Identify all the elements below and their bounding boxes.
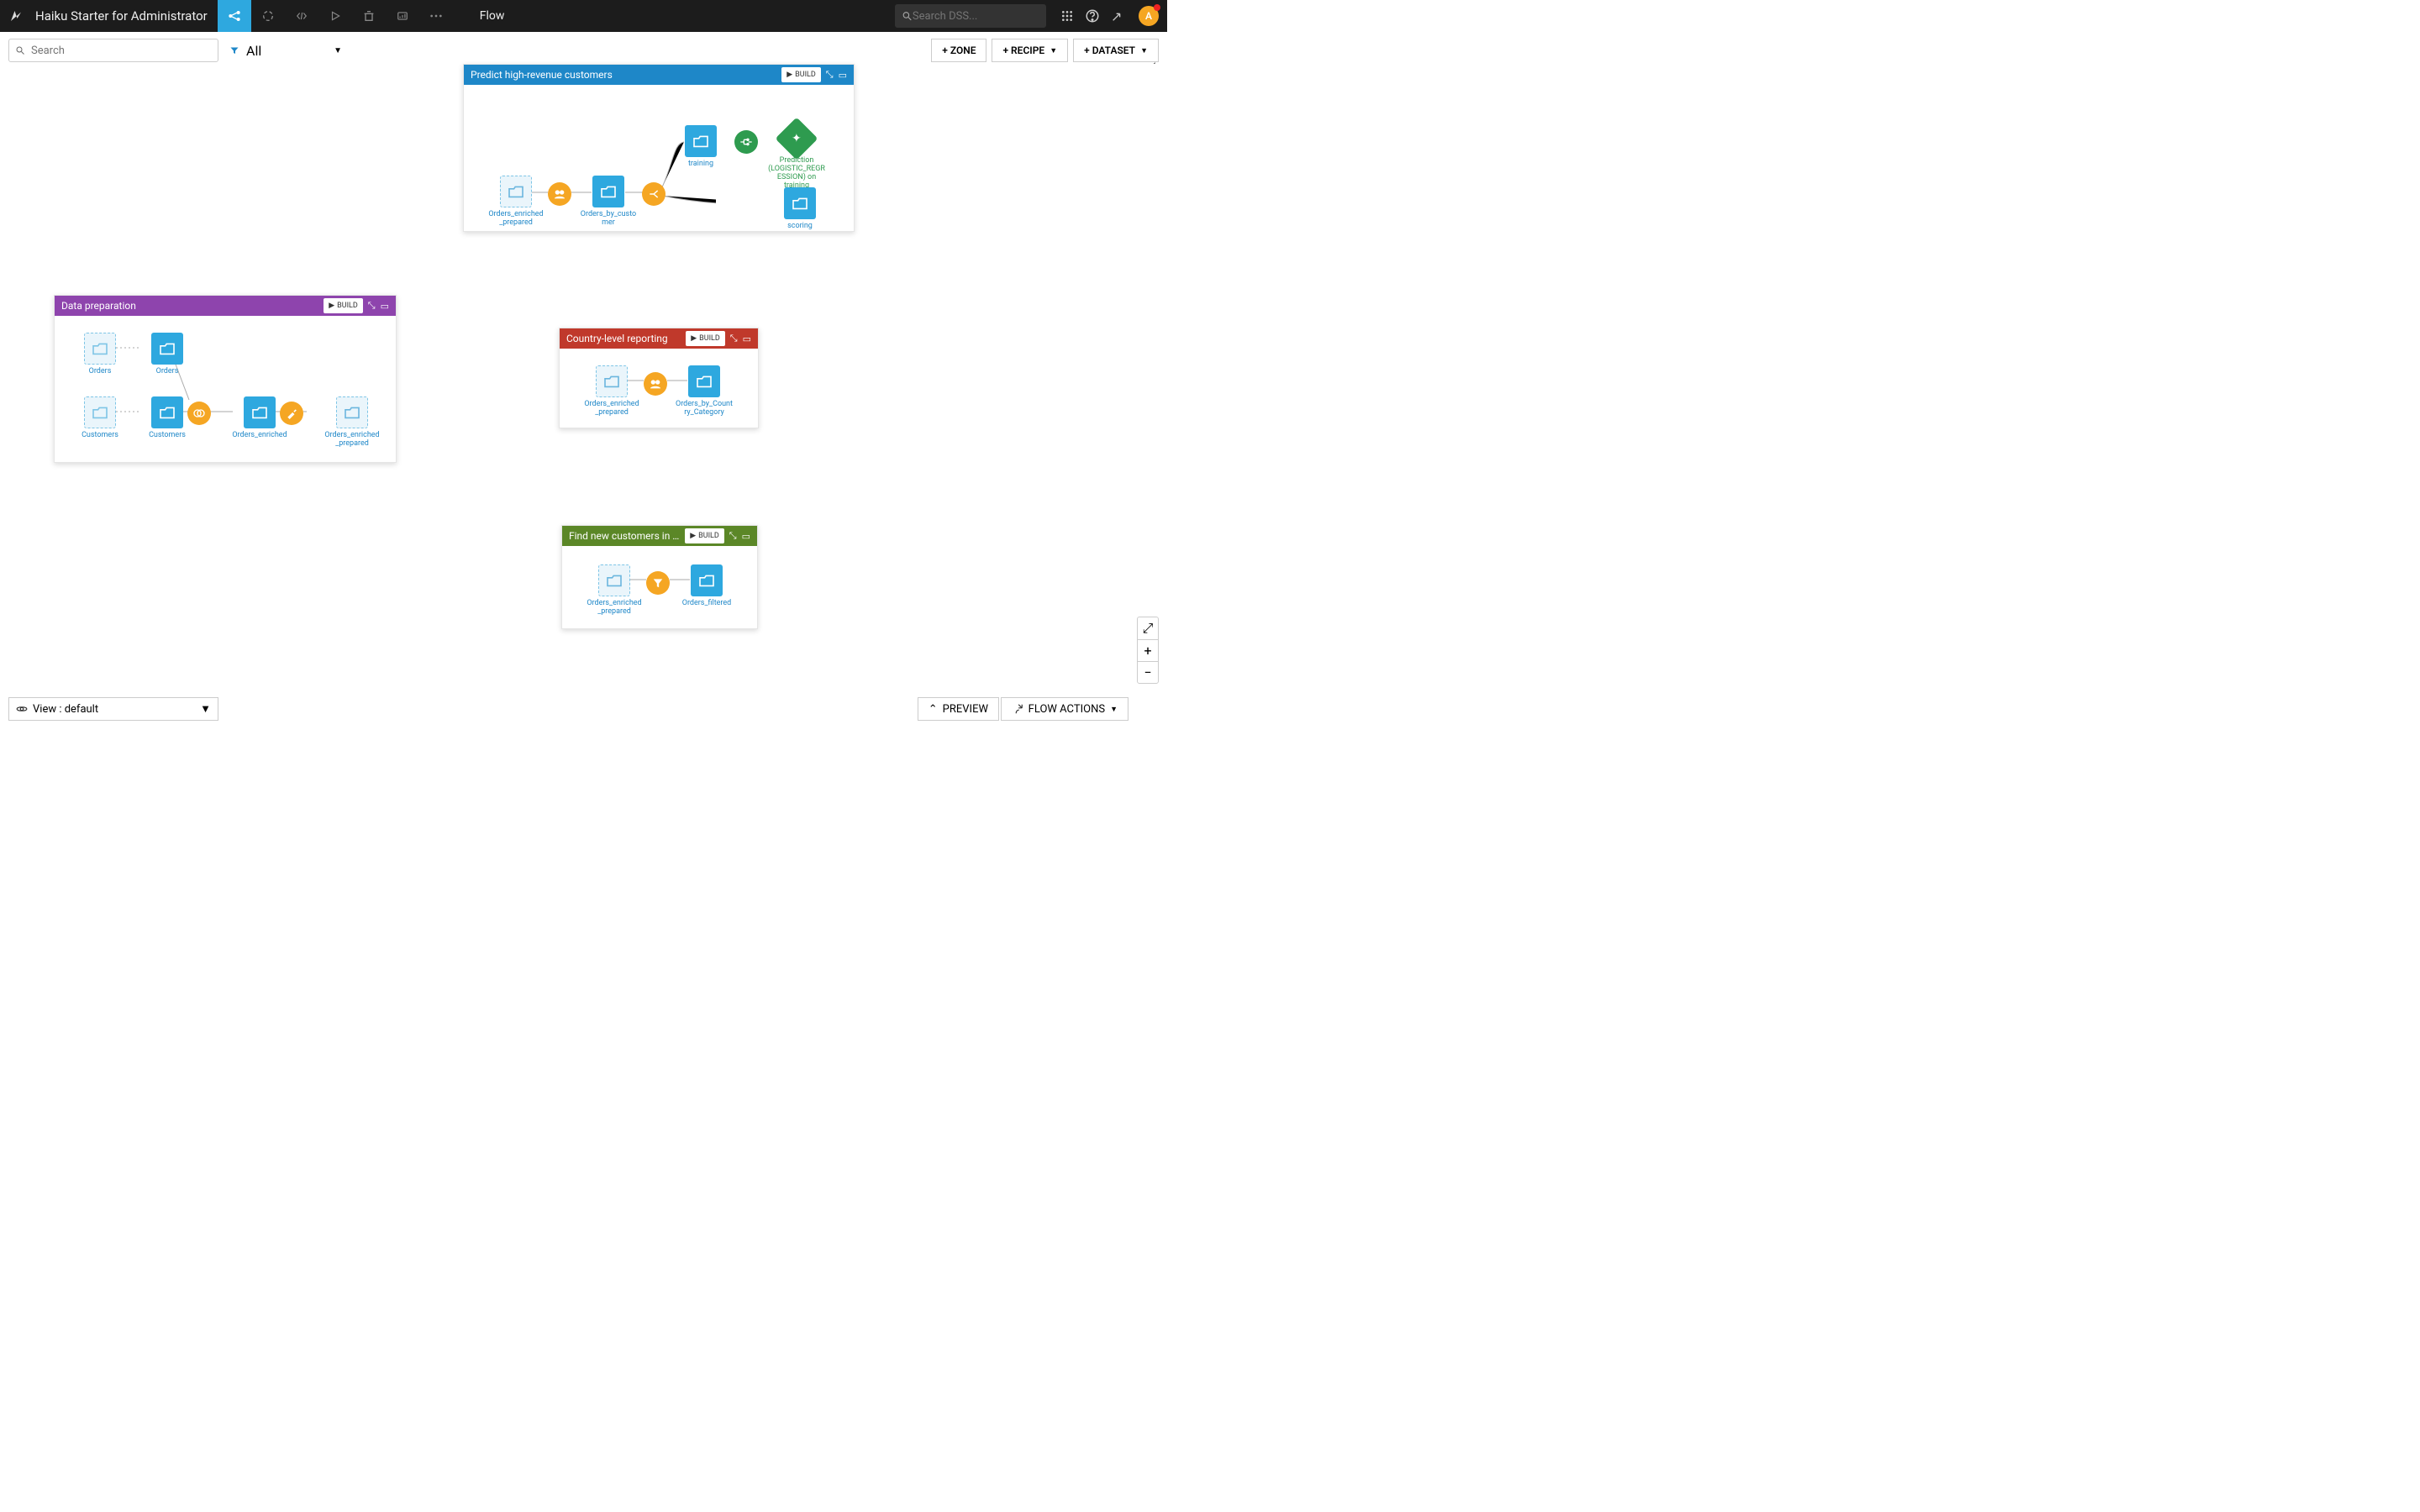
global-search[interactable]	[895, 4, 1046, 28]
zoom-in-button[interactable]: +	[1138, 639, 1158, 661]
nav-circle-icon[interactable]	[251, 0, 285, 32]
recipe-split-node[interactable]	[637, 179, 671, 206]
zone-build-button[interactable]: ▶ BUILD	[781, 67, 821, 82]
zone-compress-icon[interactable]: ⤡	[826, 69, 834, 81]
recipe-train-node[interactable]	[729, 127, 763, 154]
notification-dot	[1154, 4, 1160, 11]
nav-archive-icon[interactable]	[352, 0, 386, 32]
zoom-out-button[interactable]: −	[1138, 661, 1158, 683]
zone-compress-icon[interactable]: ⤡	[729, 530, 737, 542]
fullscreen-button[interactable]: ⤢	[1138, 617, 1158, 639]
model-node[interactable]: ✦ Prediction (LOGISTIC_REGRESSION) on tr…	[768, 122, 825, 191]
dataset-node[interactable]: Orders_enriched_prepared	[324, 396, 381, 449]
nav-code-icon[interactable]	[285, 0, 318, 32]
zone-expand-icon[interactable]: ▭	[742, 531, 750, 542]
project-title[interactable]: Haiku Starter for Administrator	[32, 8, 218, 24]
flow-actions-button[interactable]: FLOW ACTIONS▼	[1001, 697, 1128, 721]
chevron-down-icon: ▼	[334, 46, 342, 55]
dataset-node[interactable]: Orders_enriched_prepared	[586, 564, 643, 617]
help-icon[interactable]	[1080, 0, 1105, 32]
zone-title[interactable]: Data preparation	[61, 300, 318, 312]
recipe-group-node[interactable]	[543, 179, 576, 206]
dataset-node[interactable]: scoring	[771, 187, 829, 231]
dataset-node[interactable]: Customers	[71, 396, 129, 440]
zone-expand-icon[interactable]: ▭	[381, 301, 389, 312]
dataset-node[interactable]: Orders_by_Country_Category	[676, 365, 733, 417]
zone-expand-icon[interactable]: ▭	[839, 70, 847, 81]
zone-title[interactable]: Predict high-revenue customers	[471, 69, 776, 81]
apps-grid-icon[interactable]	[1055, 0, 1080, 32]
zone-build-button[interactable]: ▶ BUILD	[324, 298, 363, 313]
nav-play-icon[interactable]	[318, 0, 352, 32]
dataset-node[interactable]: Orders_filtered	[678, 564, 735, 608]
nav-flow-icon[interactable]	[218, 0, 251, 32]
filter-label: All	[246, 43, 261, 59]
recipe-filter-node[interactable]	[641, 568, 675, 595]
zone-compress-icon[interactable]: ⤡	[730, 333, 738, 344]
dataset-node[interactable]: Orders_by_customer	[580, 176, 637, 228]
zone-build-button[interactable]: ▶ BUILD	[685, 528, 724, 543]
zone-expand-icon[interactable]: ▭	[743, 333, 751, 344]
app-logo[interactable]	[0, 0, 32, 32]
recipe-prepare-node[interactable]	[275, 398, 308, 425]
view-select[interactable]: View : default ▼	[8, 697, 218, 721]
dataset-node[interactable]: Orders	[71, 333, 129, 376]
search-icon	[9, 45, 31, 55]
recipe-group-node[interactable]	[639, 369, 672, 396]
recipe-join-node[interactable]	[182, 398, 216, 425]
deploy-icon[interactable]	[1105, 0, 1130, 32]
zone-title[interactable]: Find new customers in the la…	[569, 530, 680, 542]
add-recipe-button[interactable]: + RECIPE▼	[992, 39, 1068, 62]
zone-title[interactable]: Country-level reporting	[566, 333, 681, 344]
nav-dashboard-icon[interactable]	[386, 0, 419, 32]
flow-search[interactable]	[8, 39, 218, 62]
avatar-letter: A	[1145, 10, 1152, 22]
add-zone-button[interactable]: + ZONE	[931, 39, 986, 62]
flow-search-input[interactable]	[31, 45, 218, 57]
preview-button[interactable]: ⌃PREVIEW	[918, 697, 999, 721]
zone-build-button[interactable]: ▶ BUILD	[686, 331, 725, 346]
add-dataset-button[interactable]: + DATASET▼	[1073, 39, 1159, 62]
dataset-node[interactable]: training	[672, 125, 729, 169]
zone-compress-icon[interactable]: ⤡	[368, 300, 376, 312]
dataset-node[interactable]: Orders_enriched_prepared	[583, 365, 640, 417]
filter-icon	[229, 45, 239, 55]
dataset-node[interactable]: Orders_enriched_prepared	[487, 176, 544, 228]
filter-select[interactable]: All ▼	[224, 39, 350, 62]
dataset-node[interactable]: Orders	[139, 333, 196, 376]
user-avatar[interactable]: A	[1139, 6, 1159, 26]
tab-flow[interactable]: Flow	[466, 0, 518, 32]
global-search-input[interactable]	[913, 10, 1039, 23]
nav-more-icon[interactable]	[419, 0, 453, 32]
